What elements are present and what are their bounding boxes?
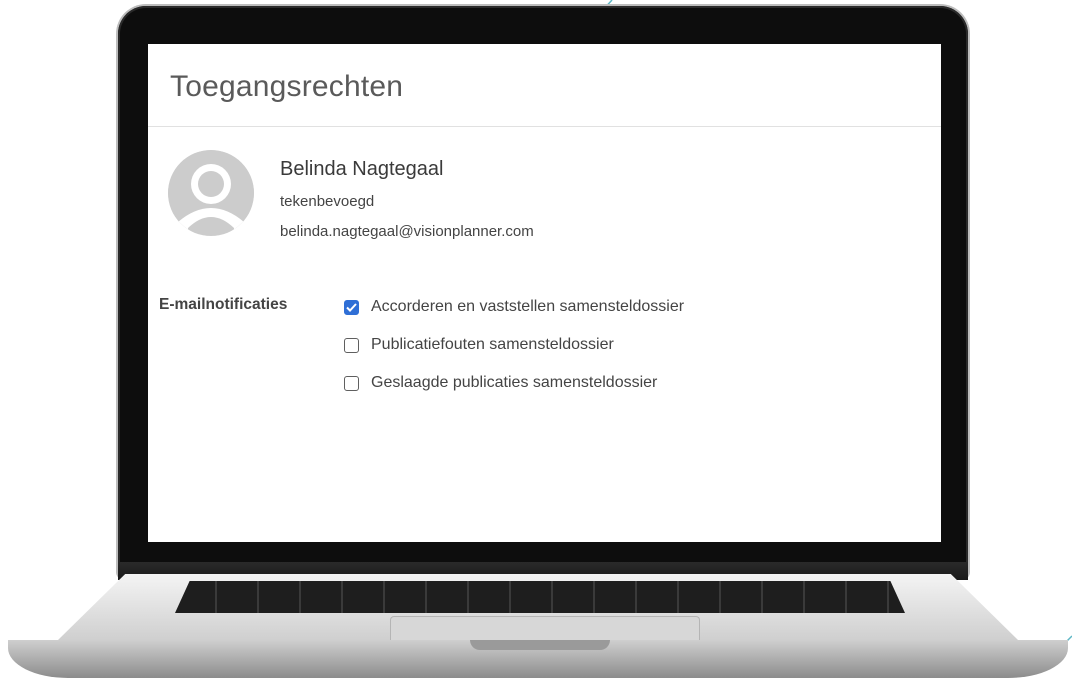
- checkbox-checked[interactable]: [344, 299, 359, 315]
- notification-option-label: Accorderen en vaststellen samensteldossi…: [371, 298, 685, 315]
- page-header: Toegangsrechten: [148, 44, 941, 127]
- user-role: tekenbevoegd: [280, 193, 375, 210]
- checkmark-icon: [346, 302, 357, 312]
- notification-option-label: Geslaagde publicaties samensteldossier: [371, 374, 658, 391]
- email-notifications-list: Accorderen en vaststellen samensteldossi…: [344, 295, 684, 409]
- notification-option-geslaagde-publicaties[interactable]: Geslaagde publicaties samensteldossier: [344, 371, 684, 395]
- laptop-notch: [470, 640, 610, 650]
- notification-option-label: Publicatiefouten samensteldossier: [371, 336, 614, 353]
- keyboard: [175, 581, 905, 613]
- person-avatar-icon: [168, 150, 254, 236]
- page-title: Toegangsrechten: [170, 70, 404, 103]
- user-name: Belinda Nagtegaal: [280, 158, 444, 180]
- notification-option-accorderen[interactable]: Accorderen en vaststellen samensteldossi…: [344, 295, 684, 319]
- email-notifications-label: E-mailnotificaties: [159, 296, 288, 313]
- app-screen: Toegangsrechten Belinda Nagtegaal tekenb…: [148, 44, 941, 542]
- notification-option-publicatiefouten[interactable]: Publicatiefouten samensteldossier: [344, 333, 684, 357]
- checkbox-unchecked[interactable]: [344, 337, 359, 353]
- user-email: belinda.nagtegaal@visionplanner.com: [280, 223, 534, 240]
- checkbox-unchecked[interactable]: [344, 375, 359, 391]
